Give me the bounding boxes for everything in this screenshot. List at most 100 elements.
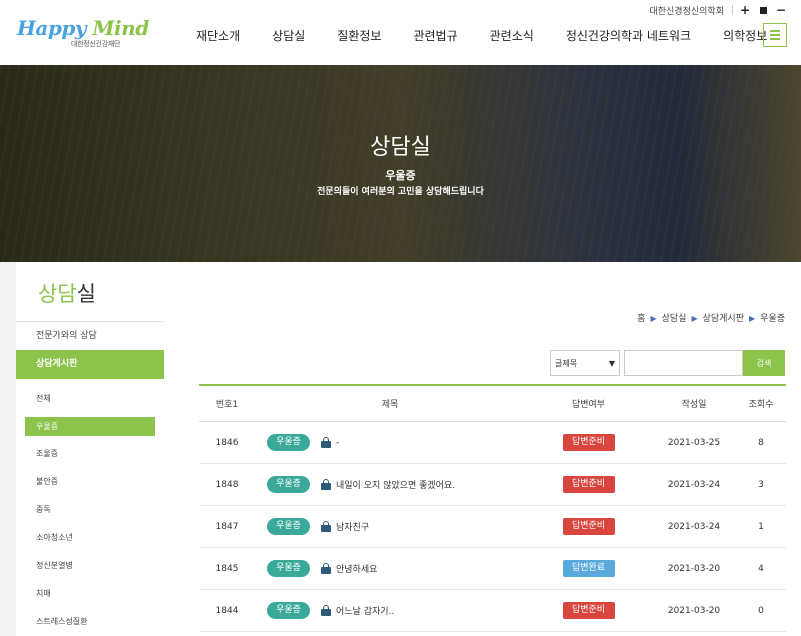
nav-item-network[interactable]: 정신건강의학과 네트워크	[566, 27, 691, 44]
table-row[interactable]: 1847 우울증 남자친구 답변준비 2021-03-24 1	[199, 506, 786, 548]
post-date: 2021-03-25	[667, 437, 721, 448]
post-views: 8	[758, 437, 764, 448]
post-views: 4	[758, 563, 764, 574]
table-row[interactable]: 1845 우울증 안녕하세요 답변완료 2021-03-20 4	[199, 548, 786, 590]
breadcrumb-current: 우울증	[760, 314, 785, 324]
arrow-right-icon: ▶	[749, 314, 756, 323]
sidebar-sub-anxiety[interactable]: 불안증	[16, 468, 164, 496]
site-header: Happy Mind 대한정신건강재단 대한신경정신의학회 + − 재단소개 상…	[0, 0, 801, 65]
logo-subtitle: 대한정신건강재단	[71, 40, 121, 48]
zoom-out-icon[interactable]: −	[775, 3, 787, 17]
post-views: 0	[758, 605, 764, 616]
post-subject[interactable]: 안녕하세요	[336, 562, 377, 575]
post-title-cell[interactable]: 우울증 남자친구	[255, 518, 525, 535]
post-date: 2021-03-20	[667, 563, 721, 574]
post-title-cell[interactable]: 우울증 내일이 오지 않았으면 좋겠어요.	[255, 476, 525, 493]
nav-item-news[interactable]: 관련소식	[490, 27, 534, 44]
content-area: 상담실 전문가와의 상담 상담게시판 전체 우울증 조울증 불안증 중독 소아청…	[0, 262, 801, 636]
category-tag: 우울증	[267, 560, 310, 577]
logo-mind-text: Mind	[92, 16, 149, 40]
sidebar-title: 상담실	[16, 262, 164, 322]
arrow-right-icon: ▶	[650, 314, 657, 323]
category-tag: 우울증	[267, 476, 310, 493]
lock-icon	[321, 479, 331, 490]
search-button[interactable]: 검색	[743, 350, 785, 376]
sidebar-sub-bipolar[interactable]: 조울증	[16, 440, 164, 468]
sidebar-sub-depression[interactable]: 우울증	[25, 417, 155, 436]
sidebar-sub-addiction[interactable]: 중독	[16, 496, 164, 524]
table-row[interactable]: 1844 우울증 어느날 갑자기.. 답변준비 2021-03-20 0	[199, 590, 786, 632]
main-nav: 재단소개 상담실 질환정보 관련법규 관련소식 정신건강의학과 네트워크 의학정…	[196, 27, 799, 44]
org-link[interactable]: 대한신경정신의학회	[649, 4, 724, 17]
post-subject[interactable]: 내일이 오지 않았으면 좋겠어요.	[336, 478, 455, 491]
nav-item-disease-info[interactable]: 질환정보	[337, 27, 381, 44]
post-number: 1844	[215, 605, 239, 616]
breadcrumb-home[interactable]: 홈	[637, 314, 645, 324]
sidebar-sub-all[interactable]: 전체	[16, 385, 164, 413]
logo-wordmark: Happy Mind	[17, 18, 149, 38]
search-form: 글제목 ▼ 검색	[550, 350, 785, 376]
zoom-in-icon[interactable]: +	[739, 3, 751, 17]
nav-item-medical-info[interactable]: 의학정보	[723, 27, 767, 44]
breadcrumb: 홈 ▶ 상담실 ▶ 상담게시판 ▶ 우울증	[637, 311, 785, 324]
logo-happy-text: Happy	[17, 16, 86, 40]
search-input[interactable]	[624, 350, 743, 376]
reset-zoom-icon[interactable]	[757, 3, 769, 17]
nav-item-counseling[interactable]: 상담실	[272, 27, 305, 44]
hamburger-icon[interactable]	[763, 23, 787, 47]
post-number: 1846	[215, 437, 239, 448]
column-header-views: 조회수	[748, 400, 774, 410]
category-tag: 우울증	[267, 602, 310, 619]
status-badge: 답변준비	[562, 476, 615, 493]
site-logo[interactable]: Happy Mind 대한정신건강재단	[17, 18, 149, 49]
post-number: 1847	[215, 521, 239, 532]
arrow-right-icon: ▶	[691, 314, 698, 323]
category-tag: 우울증	[267, 518, 310, 535]
column-header-title: 제목	[381, 400, 399, 410]
column-header-status: 답변여부	[571, 400, 606, 410]
post-number: 1848	[215, 479, 239, 490]
nav-item-foundation[interactable]: 재단소개	[196, 27, 240, 44]
post-views: 1	[758, 521, 764, 532]
search-type-select[interactable]: 글제목 ▼	[550, 350, 620, 376]
column-header-date: 작성일	[681, 400, 707, 410]
board-table: 번호1 제목 답변여부 작성일 조회수 1846 우울증 - 답변준비 2021…	[199, 384, 786, 632]
divider	[732, 5, 733, 15]
table-row[interactable]: 1846 우울증 - 답변준비 2021-03-25 8	[199, 422, 786, 464]
breadcrumb-counseling[interactable]: 상담실	[662, 314, 687, 324]
hero-banner: 상담실 우울증 전문의들이 여러분의 고민을 상담해드립니다	[0, 65, 801, 262]
post-number: 1845	[215, 563, 239, 574]
lock-icon	[321, 521, 331, 532]
sidebar-sub-dementia[interactable]: 치매	[16, 580, 164, 608]
post-date: 2021-03-24	[667, 479, 721, 490]
sidebar: 상담실 전문가와의 상담 상담게시판 전체 우울증 조울증 불안증 중독 소아청…	[16, 262, 164, 636]
nav-item-regulations[interactable]: 관련법규	[413, 27, 457, 44]
post-title-cell[interactable]: 우울증 어느날 갑자기..	[255, 602, 525, 619]
hero-description: 전문의들이 여러분의 고민을 상담해드립니다	[317, 187, 484, 197]
post-subject[interactable]: 남자친구	[336, 520, 369, 533]
sidebar-sub-youth[interactable]: 소아청소년	[16, 524, 164, 552]
breadcrumb-board[interactable]: 상담게시판	[703, 314, 744, 324]
status-badge: 답변준비	[562, 602, 615, 619]
lock-icon	[321, 563, 331, 574]
column-header-number: 번호1	[215, 400, 239, 410]
post-subject[interactable]: -	[336, 438, 339, 448]
post-title-cell[interactable]: 우울증 -	[255, 434, 525, 451]
lock-icon	[321, 437, 331, 448]
sidebar-sub-stress[interactable]: 스트레스성질환	[16, 608, 164, 636]
table-row[interactable]: 1848 우울증 내일이 오지 않았으면 좋겠어요. 답변준비 2021-03-…	[199, 464, 786, 506]
status-badge: 답변준비	[562, 434, 615, 451]
sidebar-item-expert-counseling[interactable]: 전문가와의 상담	[16, 322, 164, 350]
table-header: 번호1 제목 답변여부 작성일 조회수	[199, 384, 786, 422]
post-title-cell[interactable]: 우울증 안녕하세요	[255, 560, 525, 577]
post-views: 3	[758, 479, 764, 490]
post-subject[interactable]: 어느날 갑자기..	[336, 604, 394, 617]
sidebar-sub-schizophrenia[interactable]: 정신분열병	[16, 552, 164, 580]
lock-icon	[321, 605, 331, 616]
category-tag: 우울증	[267, 434, 310, 451]
chevron-down-icon: ▼	[608, 358, 615, 368]
sidebar-item-counseling-board[interactable]: 상담게시판	[16, 350, 164, 379]
post-date: 2021-03-20	[667, 605, 721, 616]
utility-bar: 대한신경정신의학회 + −	[649, 3, 787, 17]
post-date: 2021-03-24	[667, 521, 721, 532]
